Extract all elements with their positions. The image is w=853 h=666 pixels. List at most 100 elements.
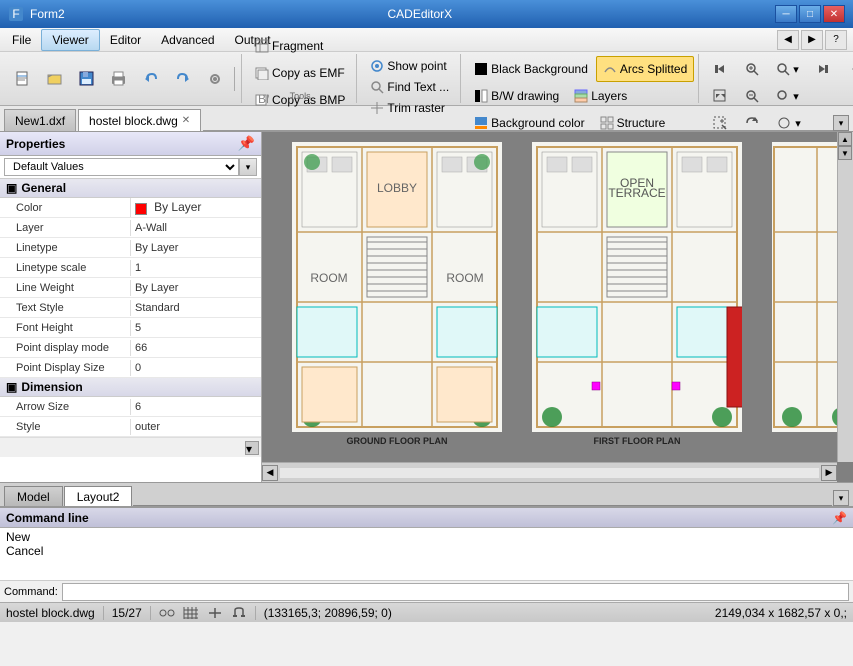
page-tab-layout2[interactable]: Layout2 (64, 486, 133, 506)
tb-fragment[interactable]: Fragment (248, 33, 330, 59)
tb-redo[interactable] (168, 66, 198, 92)
doc-tab-0[interactable]: New1.dxf (4, 109, 76, 131)
properties-pin[interactable]: 📌 (238, 135, 255, 152)
menu-nav-fwd[interactable]: ▶ (801, 30, 823, 50)
tb-layers[interactable]: Layers (567, 83, 634, 109)
props-value-line-weight: By Layer (130, 280, 261, 296)
drawing-container: LOBBY ROOM ROOM GROUND FLOOR PLAN (262, 132, 837, 462)
tb-zoom-out[interactable] (737, 83, 767, 109)
properties-select[interactable]: Default Values (4, 158, 239, 176)
tb-pan-right[interactable] (808, 56, 838, 82)
page-tab-model[interactable]: Model (4, 486, 63, 506)
tb-undo[interactable] (136, 66, 166, 92)
tb-zoom-dropdown2[interactable]: ▾ (769, 83, 806, 109)
props-section-dimension-label: Dimension (21, 380, 82, 394)
tb-zoom-dropdown[interactable]: ▾ (769, 56, 806, 82)
tb-trim-raster[interactable]: Trim raster (363, 98, 456, 118)
maximize-button[interactable]: □ (799, 5, 821, 23)
menu-advanced[interactable]: Advanced (151, 29, 224, 51)
props-value-style: outer (130, 419, 261, 435)
page-tab-scroll-right[interactable]: ▾ (833, 490, 849, 506)
status-bar: hostel block.dwg 15/27 (133165,3; 20896,… (0, 602, 853, 622)
properties-dropdown-btn[interactable]: ▾ (239, 158, 257, 176)
cmd-input-field[interactable] (62, 583, 849, 601)
third-floor-plan-partial (772, 142, 837, 435)
properties-title: Properties (6, 137, 65, 151)
doc-tab-1-label: hostel block.dwg (89, 114, 178, 128)
scroll-h-left[interactable]: ◀ (262, 465, 278, 481)
menu-bar: File Viewer Editor Advanced Output ◀ ▶ ? (0, 28, 853, 52)
tb-zoom-in-view[interactable] (737, 56, 767, 82)
minimize-button[interactable]: ─ (775, 5, 797, 23)
tb-print[interactable] (104, 66, 134, 92)
tb-copy-emf[interactable]: Copy as EMF (248, 60, 352, 86)
tb-new[interactable] (8, 66, 38, 92)
svg-text:LOBBY: LOBBY (377, 181, 417, 195)
page-tab-model-label: Model (17, 490, 50, 504)
tb-arrow-left[interactable] (840, 56, 853, 82)
tb-copy-emf-label: Copy as EMF (272, 66, 345, 80)
props-row-color: Color By Layer (0, 198, 261, 218)
menu-viewer[interactable]: Viewer (41, 29, 99, 51)
third-floor-svg (772, 142, 837, 432)
status-filename: hostel block.dwg (6, 606, 95, 620)
scroll-h-track[interactable] (280, 468, 819, 478)
props-row-line-weight: Line Weight By Layer (0, 278, 261, 298)
tb-save[interactable] (72, 66, 102, 92)
props-section-general[interactable]: ▣ General (0, 179, 261, 198)
status-magnet-icon (231, 606, 247, 620)
tb-fragment-label: Fragment (272, 39, 323, 53)
tb-settings[interactable] (200, 66, 230, 92)
close-button[interactable]: ✕ (823, 5, 845, 23)
props-row-point-display-mode: Point display mode 66 (0, 338, 261, 358)
tb-show-point[interactable]: Show point (363, 56, 456, 76)
menu-nav-back[interactable]: ◀ (777, 30, 799, 50)
menu-help[interactable]: ? (825, 30, 847, 50)
canvas-scrollbar-h[interactable]: ◀ ▶ (262, 462, 837, 482)
canvas-area[interactable]: LOBBY ROOM ROOM GROUND FLOOR PLAN (262, 132, 853, 482)
tb-zoom-fit[interactable] (705, 83, 735, 109)
main-area: Properties 📌 Default Values ▾ ▣ General … (0, 132, 853, 482)
props-row-linetype-scale: Linetype scale 1 (0, 258, 261, 278)
scroll-h-right[interactable]: ▶ (821, 465, 837, 481)
props-label-text-style: Text Style (0, 300, 130, 316)
tb-bw-drawing[interactable]: B/W drawing (467, 83, 566, 109)
svg-text:ROOM: ROOM (310, 271, 347, 285)
props-value-font-height: 5 (130, 320, 261, 336)
tb-bg-color-label: Background color (491, 116, 584, 130)
toolbar: Fragment Copy as EMF BMP Copy as BMP Too… (0, 52, 853, 106)
tb-pan-left[interactable] (705, 56, 735, 82)
scroll-v-down[interactable]: ▼ (838, 146, 852, 160)
doc-tab-1[interactable]: hostel block.dwg ✕ (78, 109, 201, 131)
tb-arcs-label: Arcs Splitted (620, 62, 687, 76)
props-label-layer: Layer (0, 220, 130, 236)
window-form-title: Form2 (30, 7, 65, 21)
menu-file[interactable]: File (2, 29, 41, 51)
menu-editor[interactable]: Editor (100, 29, 151, 51)
first-floor-label: FIRST FLOOR PLAN (532, 435, 742, 447)
tb-black-bg[interactable]: Black Background (467, 56, 595, 82)
doc-tab-1-close[interactable]: ✕ (182, 115, 190, 126)
props-label-linetype-scale: Linetype scale (0, 260, 130, 276)
app-icon: F (8, 6, 24, 22)
cmd-pin: 📌 (832, 511, 847, 525)
props-section-dimension[interactable]: ▣ Dimension (0, 378, 261, 397)
scroll-v-up[interactable]: ▲ (838, 132, 852, 146)
toolbar-quickaccess (4, 54, 242, 103)
tb-find-text[interactable]: Find Text ... (363, 77, 456, 97)
canvas-scrollbar-v[interactable]: ▲ ▼ (837, 132, 853, 462)
props-row-layer: Layer A-Wall (0, 218, 261, 238)
toolbar-group-cad: Black Background Arcs Splitted B/W drawi… (463, 54, 699, 103)
properties-header: Properties 📌 (0, 132, 261, 156)
props-scroll-btn[interactable]: ▾ (245, 441, 259, 455)
props-label-arrow-size: Arrow Size (0, 399, 130, 415)
tb-open[interactable] (40, 66, 70, 92)
color-swatch (135, 203, 147, 215)
tools-group-label: Tools (244, 91, 356, 101)
status-dimensions: 2149,034 x 1682,57 x 0,; (715, 606, 847, 620)
tb-arcs-splitted[interactable]: Arcs Splitted (596, 56, 694, 82)
cmd-input-row: Command: (0, 580, 853, 602)
toolbar-group-tools: Fragment Copy as EMF BMP Copy as BMP Too… (244, 54, 357, 103)
properties-dropdown-row: Default Values ▾ (0, 156, 261, 179)
toolbar-group-viewer: Show point Find Text ... Trim raster (359, 54, 461, 103)
